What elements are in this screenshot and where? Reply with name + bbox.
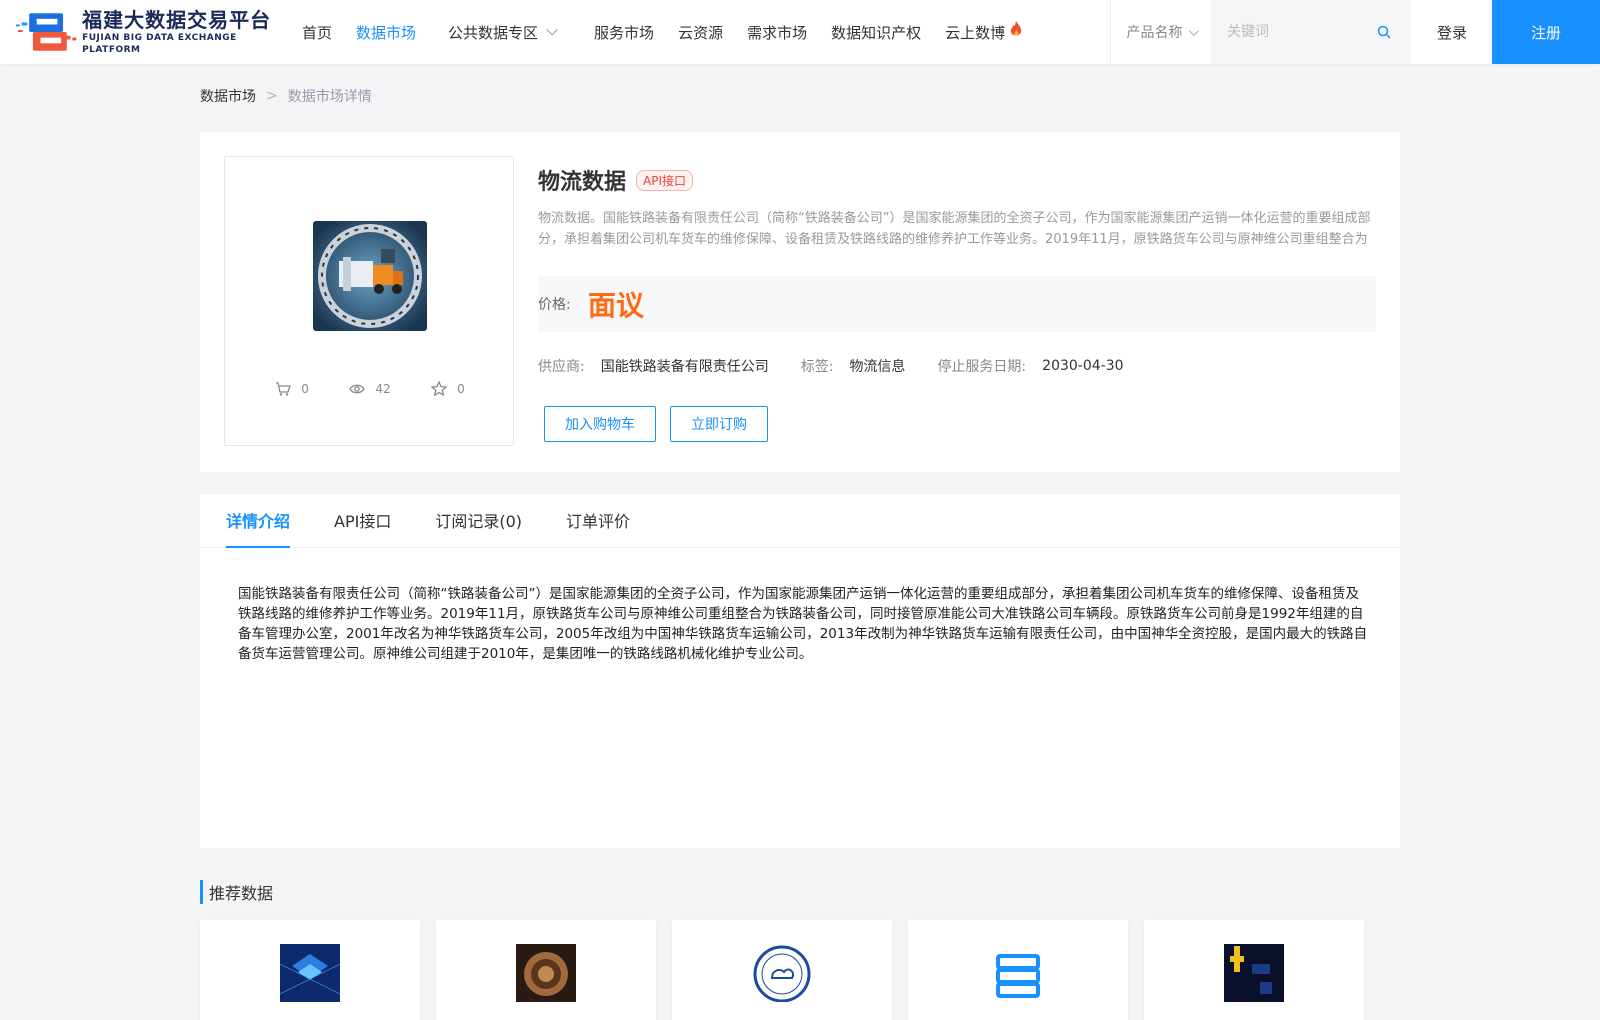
fire-icon: [1010, 21, 1022, 36]
cart-icon: [276, 381, 292, 396]
recommend-card[interactable]: [200, 920, 420, 1020]
product-description: 物流数据。国能铁路装备有限责任公司（简称“铁路装备公司”）是国家能源集团的全资子…: [538, 211, 1371, 247]
search-input-box: [1211, 0, 1411, 64]
chip-cube-image: [280, 944, 340, 1002]
product-thumbnail-box: 0 42 0: [224, 156, 514, 446]
price-box: 价格: 面议: [538, 276, 1376, 332]
recommend-list: [200, 920, 1380, 1020]
product-actions: 加入购物车 立即订购: [544, 406, 782, 442]
nav-cloud-expo-label: 云上数博: [945, 23, 1006, 42]
eye-icon: [349, 384, 366, 393]
tag-value: 物流信息: [849, 359, 906, 375]
supplier-label: 供应商:: [538, 359, 585, 375]
dark-chart-image: [1224, 944, 1284, 1002]
recommend-card[interactable]: [1144, 920, 1364, 1020]
favorites-stat[interactable]: 0: [431, 381, 465, 396]
search-type-select[interactable]: 产品名称: [1111, 0, 1211, 64]
recommend-card[interactable]: [908, 920, 1128, 1020]
search-icon[interactable]: [1377, 25, 1391, 39]
supplier-value: 国能铁路装备有限责任公司: [600, 359, 769, 375]
breadcrumb: 数据市场 > 数据市场详情: [200, 86, 372, 106]
main-nav: 首页 数据市场 公共数据专区 服务市场 云资源 需求市场 数据知识产权 云上数博: [290, 0, 1035, 64]
tab-subscriptions[interactable]: 订阅记录(0): [435, 493, 522, 547]
views-stat: 42: [349, 381, 391, 396]
nav-public-data-label: 公共数据专区: [448, 23, 539, 42]
product-card: 0 42 0 物流数据 API接口 物流数据。国能铁路装备有限责任公司（简称“铁…: [200, 132, 1400, 472]
add-to-cart-button[interactable]: 加入购物车: [544, 406, 656, 442]
product-stats: 0 42 0: [225, 381, 515, 396]
login-button[interactable]: 登录: [1412, 0, 1492, 64]
recommend-title: 推荐数据: [200, 880, 273, 904]
search-input[interactable]: [1211, 17, 1361, 47]
price-value: 面议: [588, 289, 645, 322]
nav-demand-market[interactable]: 需求市场: [747, 22, 807, 43]
top-header: 福建大数据交易平台 FUJIAN BIG DATA EXCHANGE PLATF…: [0, 0, 1600, 64]
price-label: 价格:: [538, 297, 571, 313]
subscribe-button[interactable]: 立即订购: [670, 406, 768, 442]
database-server-icon: [988, 944, 1048, 1002]
end-date-label: 停止服务日期:: [937, 359, 1027, 375]
chevron-down-icon: [546, 24, 558, 36]
bronze-coin-image: [516, 944, 576, 1002]
nav-data-market[interactable]: 数据市场: [356, 22, 416, 43]
cart-count: 0: [301, 381, 309, 396]
nav-public-data[interactable]: 公共数据专区: [448, 22, 558, 43]
recommend-card[interactable]: [436, 920, 656, 1020]
breadcrumb-current: 数据市场详情: [287, 89, 372, 105]
search-type-label: 产品名称: [1126, 25, 1183, 41]
favorites-count: 0: [457, 381, 465, 396]
tab-api[interactable]: API接口: [334, 493, 391, 547]
nav-data-ip[interactable]: 数据知识产权: [831, 22, 921, 43]
detail-panel: 详情介绍 API接口 订阅记录(0) 订单评价 国能铁路装备有限责任公司（简称“…: [200, 494, 1400, 848]
nav-service-market[interactable]: 服务市场: [594, 22, 654, 43]
detail-text: 国能铁路装备有限责任公司（简称“铁路装备公司”）是国家能源集团的全资子公司，作为…: [238, 586, 1368, 662]
product-meta: 供应商: 国能铁路装备有限责任公司 标签: 物流信息 停止服务日期: 2030-…: [538, 356, 1156, 376]
product-title: 物流数据: [538, 170, 627, 195]
search-area: 产品名称: [1110, 0, 1411, 64]
logo-title: 福建大数据交易平台: [82, 8, 272, 32]
logo-mark-icon: [16, 13, 77, 51]
nav-home[interactable]: 首页: [302, 22, 332, 43]
product-title-row: 物流数据 API接口: [538, 164, 694, 196]
nav-cloud-resources[interactable]: 云资源: [678, 22, 723, 43]
tag-label: 标签:: [800, 359, 834, 375]
product-image: [313, 221, 427, 331]
api-badge: API接口: [636, 169, 694, 191]
tab-reviews[interactable]: 订单评价: [566, 493, 630, 547]
breadcrumb-separator: >: [266, 88, 278, 104]
chevron-down-icon: [1188, 25, 1199, 36]
site-logo[interactable]: 福建大数据交易平台 FUJIAN BIG DATA EXCHANGE PLATF…: [16, 8, 286, 55]
cart-count-stat: 0: [275, 381, 309, 396]
tab-details[interactable]: 详情介绍: [226, 493, 291, 548]
end-date-value: 2030-04-30: [1042, 358, 1124, 374]
breadcrumb-data-market[interactable]: 数据市场: [200, 86, 256, 106]
weather-bureau-seal-image: [752, 944, 812, 1002]
nav-cloud-expo[interactable]: 云上数博: [945, 21, 1023, 43]
star-icon: [431, 381, 448, 396]
views-count: 42: [375, 381, 391, 396]
register-button[interactable]: 注册: [1492, 0, 1600, 64]
detail-tabs: 详情介绍 API接口 订阅记录(0) 订单评价: [200, 494, 1400, 548]
recommend-card[interactable]: [672, 920, 892, 1020]
logo-subtitle: FUJIAN BIG DATA EXCHANGE PLATFORM: [82, 33, 237, 55]
